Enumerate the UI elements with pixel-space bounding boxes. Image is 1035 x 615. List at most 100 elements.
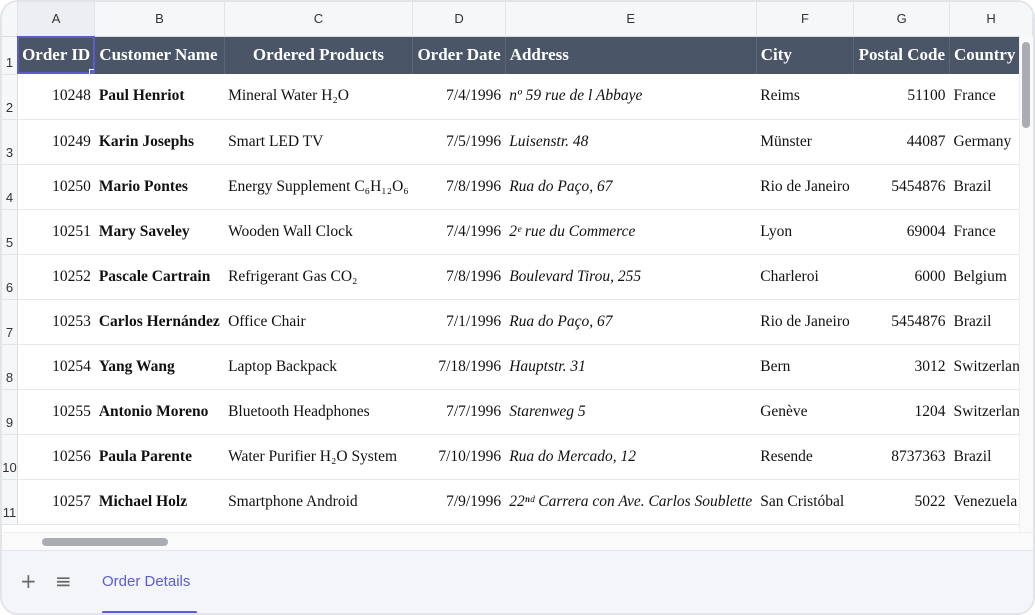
vertical-scrollbar-track[interactable]: [1019, 36, 1033, 532]
header-cell-order-id[interactable]: Order ID: [17, 36, 96, 74]
row-number[interactable]: 9: [2, 389, 18, 435]
column-header-h[interactable]: H: [949, 2, 1033, 37]
row-number[interactable]: 5: [2, 209, 18, 255]
header-cell-city[interactable]: City: [756, 36, 855, 74]
header-cell-customer-name[interactable]: Customer Name: [94, 36, 225, 74]
cell-address[interactable]: Rua do Paço, 67: [505, 299, 757, 345]
vertical-scrollbar-thumb[interactable]: [1022, 42, 1030, 128]
cell-order-id[interactable]: 10252: [17, 254, 95, 300]
cell-ordered-products[interactable]: Smart LED TV: [224, 119, 413, 165]
cell-order-date[interactable]: 7/18/1996: [412, 344, 506, 390]
cell-ordered-products[interactable]: Wooden Wall Clock: [224, 209, 413, 255]
cell-customer-name[interactable]: Paul Henriot: [94, 74, 225, 120]
cell-customer-name[interactable]: Carlos Hernández: [94, 299, 225, 345]
cell-customer-name[interactable]: Mario Pontes: [94, 164, 225, 210]
header-cell-postal-code[interactable]: Postal Code: [853, 36, 951, 74]
cell-postal-code[interactable]: 8737363: [853, 434, 950, 480]
cell-order-id[interactable]: 10255: [17, 389, 95, 435]
cell-postal-code[interactable]: 51100: [853, 74, 950, 120]
row-number[interactable]: 3: [2, 119, 18, 165]
cell-order-id[interactable]: 10256: [17, 434, 95, 480]
cell-ordered-products[interactable]: Water Purifier H₂O System: [224, 434, 413, 480]
row-number[interactable]: 7: [2, 299, 18, 345]
cell-city[interactable]: Rio de Janeiro: [756, 299, 854, 345]
cell-ordered-products[interactable]: Bluetooth Headphones: [224, 389, 413, 435]
cell-postal-code[interactable]: 5454876: [853, 164, 950, 210]
cell-order-id[interactable]: 10253: [17, 299, 95, 345]
cell-order-date[interactable]: 7/7/1996: [412, 389, 506, 435]
cell-address[interactable]: Luisenstr. 48: [505, 119, 757, 165]
cell-order-id[interactable]: 10250: [17, 164, 95, 210]
cell-city[interactable]: Bern: [756, 344, 854, 390]
cell-city[interactable]: Charleroi: [756, 254, 854, 300]
spreadsheet-grid[interactable]: A B C D E F G H 1 Order ID Customer Name…: [2, 2, 1033, 525]
cell-order-date[interactable]: 7/10/1996: [412, 434, 506, 480]
cell-postal-code[interactable]: 5022: [853, 479, 950, 525]
cell-ordered-products[interactable]: Laptop Backpack: [224, 344, 413, 390]
cell-city[interactable]: Reims: [756, 74, 854, 120]
column-header-g[interactable]: G: [853, 2, 951, 37]
row-number[interactable]: 10: [2, 434, 18, 480]
cell-city[interactable]: Münster: [756, 119, 854, 165]
column-header-b[interactable]: B: [94, 2, 225, 37]
cell-order-id[interactable]: 10257: [17, 479, 95, 525]
header-cell-ordered-products[interactable]: Ordered Products: [224, 36, 414, 74]
cell-customer-name[interactable]: Paula Parente: [94, 434, 225, 480]
cell-city[interactable]: San Cristóbal: [756, 479, 854, 525]
cell-order-id[interactable]: 10254: [17, 344, 95, 390]
cell-postal-code[interactable]: 1204: [853, 389, 950, 435]
cell-address[interactable]: Rua do Paço, 67: [505, 164, 757, 210]
row-number[interactable]: 11: [2, 479, 18, 525]
cell-customer-name[interactable]: Mary Saveley: [94, 209, 225, 255]
cell-address[interactable]: nº 59 rue de l Abbaye: [505, 74, 757, 120]
cell-customer-name[interactable]: Pascale Cartrain: [94, 254, 225, 300]
cell-order-id[interactable]: 10248: [17, 74, 95, 120]
row-number[interactable]: 2: [2, 74, 18, 120]
cell-city[interactable]: Resende: [756, 434, 854, 480]
cell-postal-code[interactable]: 6000: [853, 254, 950, 300]
hamburger-menu-icon[interactable]: ≡: [55, 571, 72, 591]
cell-city[interactable]: Rio de Janeiro: [756, 164, 854, 210]
cell-order-date[interactable]: 7/5/1996: [412, 119, 506, 165]
column-header-f[interactable]: F: [756, 2, 855, 37]
sheet-tab-order-details[interactable]: Order Details: [102, 573, 190, 590]
cell-order-date[interactable]: 7/9/1996: [412, 479, 506, 525]
cell-customer-name[interactable]: Yang Wang: [94, 344, 225, 390]
cell-address[interactable]: 22ⁿᵈ Carrera con Ave. Carlos Soublette: [505, 479, 757, 525]
cell-city[interactable]: Lyon: [756, 209, 854, 255]
cell-postal-code[interactable]: 3012: [853, 344, 950, 390]
cell-ordered-products[interactable]: Mineral Water H₂O: [224, 74, 413, 120]
cell-address[interactable]: Starenweg 5: [505, 389, 757, 435]
cell-ordered-products[interactable]: Refrigerant Gas CO₂: [224, 254, 413, 300]
cell-order-date[interactable]: 7/1/1996: [412, 299, 506, 345]
cell-order-date[interactable]: 7/8/1996: [412, 254, 506, 300]
horizontal-scrollbar-track[interactable]: [2, 532, 1033, 550]
cell-ordered-products[interactable]: Smartphone Android: [224, 479, 413, 525]
cell-order-id[interactable]: 10249: [17, 119, 95, 165]
cell-address[interactable]: Boulevard Tirou, 255: [505, 254, 757, 300]
cell-postal-code[interactable]: 69004: [853, 209, 950, 255]
cell-customer-name[interactable]: Antonio Moreno: [94, 389, 225, 435]
cell-order-date[interactable]: 7/8/1996: [412, 164, 506, 210]
column-header-e[interactable]: E: [505, 2, 757, 37]
cell-order-date[interactable]: 7/4/1996: [412, 74, 506, 120]
cell-postal-code[interactable]: 5454876: [853, 299, 950, 345]
cell-address[interactable]: Hauptstr. 31: [505, 344, 757, 390]
cell-city[interactable]: Genève: [756, 389, 854, 435]
row-number[interactable]: 1: [2, 36, 18, 75]
row-number[interactable]: 6: [2, 254, 18, 300]
row-number[interactable]: 4: [2, 164, 18, 210]
cell-customer-name[interactable]: Karin Josephs: [94, 119, 225, 165]
select-all-corner[interactable]: [2, 2, 18, 37]
header-cell-order-date[interactable]: Order Date: [412, 36, 506, 74]
row-number[interactable]: 8: [2, 344, 18, 390]
cell-address[interactable]: 2ᵉ rue du Commerce: [505, 209, 757, 255]
cell-order-date[interactable]: 7/4/1996: [412, 209, 506, 255]
cell-order-id[interactable]: 10251: [17, 209, 95, 255]
cell-postal-code[interactable]: 44087: [853, 119, 950, 165]
horizontal-scrollbar-thumb[interactable]: [42, 538, 168, 546]
fill-handle[interactable]: [89, 69, 94, 74]
column-header-a[interactable]: A: [17, 2, 96, 37]
cell-ordered-products[interactable]: Office Chair: [224, 299, 413, 345]
grid-area[interactable]: A B C D E F G H 1 Order ID Customer Name…: [2, 2, 1033, 532]
